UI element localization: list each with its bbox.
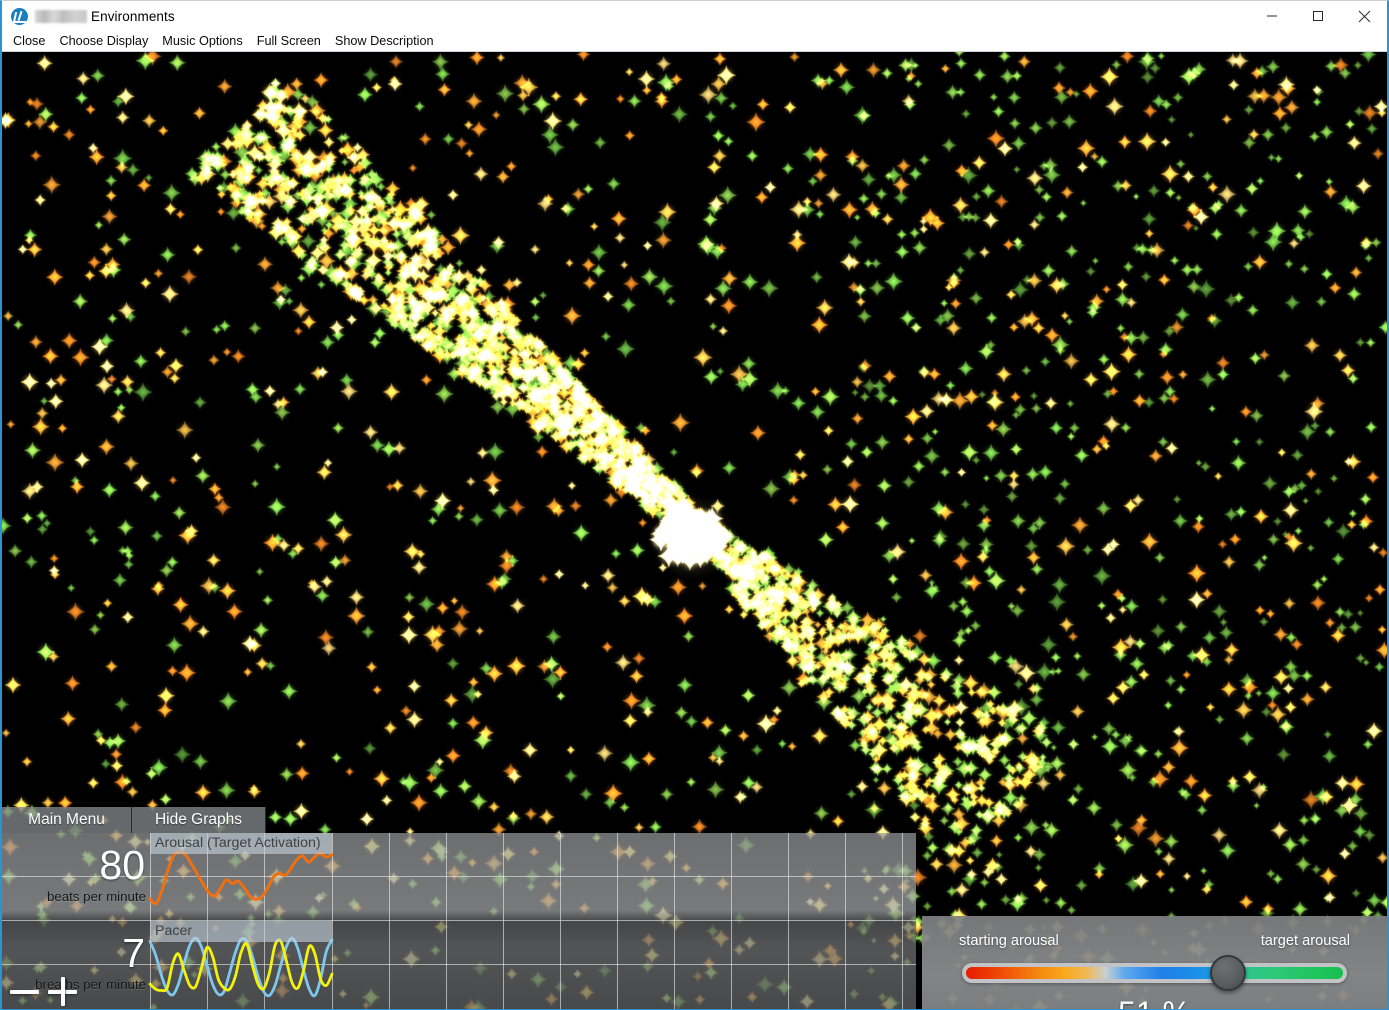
minus-icon[interactable] [10, 989, 39, 994]
pacer-plot: Pacer [148, 921, 334, 1008]
menu-item-choose-display[interactable]: Choose Display [52, 31, 155, 52]
app-logo-icon [11, 7, 28, 25]
breath-rate-value: 7 [122, 930, 145, 976]
plus-icon[interactable] [48, 977, 77, 1006]
arousal-plot: Arousal (Target Activation) [148, 833, 334, 920]
window-title: Environments [91, 8, 175, 24]
heart-rate-readout: 80 beats per minute [2, 842, 150, 905]
overlay-tab-bar: Main Menu Hide Graphs [2, 807, 266, 833]
close-icon[interactable] [1341, 1, 1387, 31]
starting-arousal-label: starting arousal [959, 933, 1059, 949]
menu-bar: Close Choose Display Music Options Full … [2, 31, 1387, 52]
heart-rate-unit: beats per minute [46, 889, 146, 904]
redacted-title-block [35, 9, 87, 23]
pacer-plot-label: Pacer [150, 921, 332, 942]
target-arousal-label: target arousal [1260, 933, 1350, 949]
visualization-canvas: Main Menu Hide Graphs 80 beats per minut… [2, 52, 1387, 1009]
app-window: Environments Close Choose Display Music … [0, 0, 1389, 1010]
menu-item-full-screen[interactable]: Full Screen [250, 31, 328, 52]
arousal-slider-labels: starting arousal target arousal [922, 933, 1387, 949]
average-activation-percent: 51 % [922, 996, 1387, 1009]
graphs-panel: 80 beats per minute 7 breaths per minute… [2, 833, 916, 1009]
hide-graphs-button[interactable]: Hide Graphs [132, 807, 266, 833]
breath-rate-stepper[interactable] [10, 977, 77, 1006]
heart-rate-value: 80 [99, 842, 145, 888]
menu-item-close[interactable]: Close [6, 31, 52, 52]
menu-item-music-options[interactable]: Music Options [155, 31, 249, 52]
title-bar: Environments [2, 1, 1387, 31]
window-controls [1249, 1, 1387, 31]
menu-item-show-description[interactable]: Show Description [328, 31, 441, 52]
arousal-plot-label: Arousal (Target Activation) [150, 833, 332, 854]
arousal-slider-track[interactable] [962, 963, 1347, 983]
minimize-icon[interactable] [1249, 1, 1295, 31]
arousal-slider-gradient [966, 967, 1343, 979]
maximize-icon[interactable] [1295, 1, 1341, 31]
arousal-slider[interactable] [962, 955, 1347, 991]
arousal-slider-handle[interactable] [1210, 955, 1247, 991]
main-menu-button[interactable]: Main Menu [2, 807, 132, 833]
arousal-control-panel: starting arousal target arousal 51 % Ave… [922, 916, 1387, 1009]
